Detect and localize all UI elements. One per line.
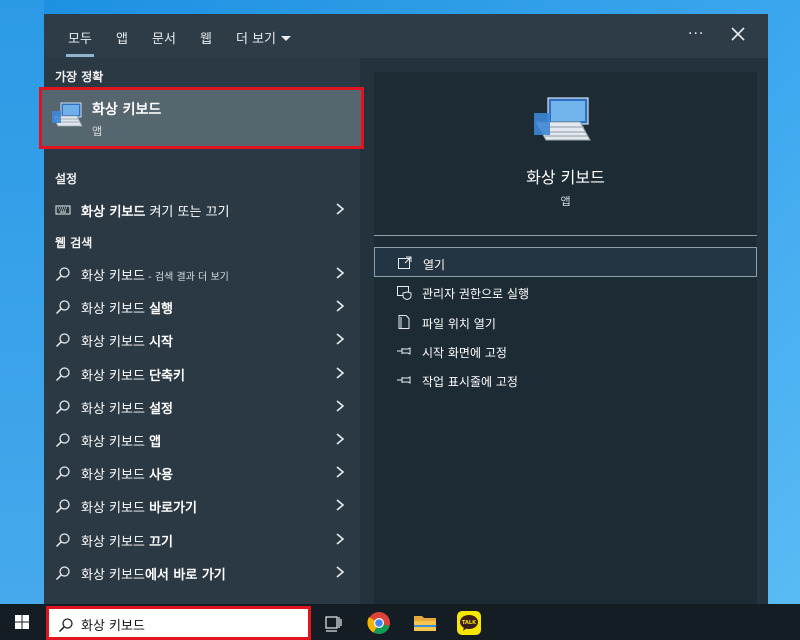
action-label: 열기 [423, 258, 446, 272]
taskbar-search-box[interactable] [46, 606, 311, 640]
web-search-item-label: 화상 키보드 시작 [81, 335, 173, 351]
open-icon [398, 256, 412, 269]
search-icon [55, 400, 70, 414]
on-screen-keyboard-large-icon [534, 97, 591, 141]
web-search-item-label: 화상 키보드 - 검색 결과 더 보기 [81, 269, 229, 284]
tab-documents[interactable]: 문서 [152, 28, 176, 47]
task-view-icon[interactable] [315, 608, 351, 638]
caret-down-icon [281, 36, 292, 41]
best-match-title: 화상 키보드 [92, 102, 162, 118]
best-match-item[interactable]: 화상 키보드 앱 [39, 87, 364, 149]
action-open[interactable]: 열기 [374, 247, 757, 277]
chevron-right-icon [336, 566, 345, 578]
chevron-right-icon [336, 400, 345, 412]
web-search-item-label: 화상 키보드 설정 [81, 401, 173, 417]
best-match-header: 가장 정확 [55, 70, 104, 84]
web-search-item-label: 화상 키보드 바로가기 [81, 501, 197, 517]
action-label: 작업 표시줄에 고정 [422, 375, 518, 389]
search-icon [55, 300, 70, 315]
preview-app-name: 화상 키보드 [526, 168, 605, 187]
search-icon [55, 532, 70, 547]
close-icon[interactable] [728, 24, 748, 44]
action-label: 관리자 권한으로 실행 [422, 287, 529, 301]
search-icon [58, 618, 73, 633]
web-search-item[interactable]: 화상 키보드 실행 [44, 291, 360, 321]
tab-more[interactable]: 더 보기 [236, 28, 292, 47]
chrome-icon[interactable] [361, 608, 397, 638]
chevron-right-icon [336, 300, 345, 312]
chevron-right-icon [336, 366, 345, 379]
search-icon [55, 433, 70, 448]
preview-divider [374, 235, 757, 236]
settings-item-toggle-keyboard[interactable]: 화상 키보드 켜기 또는 끄기 [44, 194, 360, 224]
on-screen-keyboard-icon [52, 102, 83, 127]
settings-item-label: 화상 키보드 켜기 또는 끄기 [81, 205, 230, 220]
search-icon [55, 333, 70, 348]
preview-app-type: 앱 [560, 195, 571, 208]
web-search-item[interactable]: 화상 키보드 단축키 [44, 358, 360, 388]
more-options-button[interactable]: ··· [688, 26, 704, 42]
action-open-file-location[interactable]: 파일 위치 열기 [374, 307, 757, 337]
chevron-right-icon [336, 333, 345, 346]
action-pin-to-taskbar[interactable]: 작업 표시줄에 고정 [374, 365, 757, 395]
web-search-item[interactable]: 화상 키보드에서 바로 가기 [44, 557, 360, 587]
best-match-subtitle: 앱 [92, 125, 103, 138]
web-search-item-label: 화상 키보드 실행 [81, 302, 173, 318]
web-search-item[interactable]: 화상 키보드 - 검색 결과 더 보기 [44, 258, 360, 288]
web-search-header: 웹 검색 [55, 236, 93, 250]
chevron-right-icon [336, 499, 345, 512]
web-search-item[interactable]: 화상 키보드 바로가기 [44, 490, 360, 520]
web-search-item-label: 화상 키보드 끄기 [81, 534, 173, 550]
tab-all[interactable]: 모두 [66, 28, 94, 57]
action-run-as-admin[interactable]: 관리자 권한으로 실행 [374, 277, 757, 307]
search-icon [55, 466, 70, 481]
web-search-item[interactable]: 화상 키보드 시작 [44, 324, 360, 354]
chevron-right-icon [336, 203, 345, 215]
web-search-item[interactable]: 화상 키보드 끄기 [44, 524, 360, 554]
tab-web[interactable]: 웹 [200, 28, 212, 47]
chevron-right-icon [336, 466, 345, 478]
file-explorer-icon[interactable] [407, 608, 443, 638]
search-icon [55, 267, 70, 282]
chevron-right-icon [336, 532, 345, 545]
tab-bar: 모두 앱 문서 웹 더 보기 ··· [44, 14, 768, 58]
web-search-item[interactable]: 화상 키보드 앱 [44, 424, 360, 454]
desktop-wallpaper [0, 0, 44, 604]
web-search-item-label: 화상 키보드에서 바로 가기 [81, 567, 226, 583]
tab-more-label: 더 보기 [236, 32, 277, 47]
kakao-label: TALK [462, 620, 477, 626]
preview-pane: 화상 키보드 앱 열기 관리자 권한으로 실행 파일 위치 열기 시작 화면에 … [374, 72, 757, 604]
kakaotalk-icon[interactable]: TALK [451, 608, 487, 638]
file-location-icon [398, 315, 410, 329]
action-label: 시작 화면에 고정 [422, 346, 507, 360]
shield-icon [397, 286, 412, 300]
action-pin-to-start[interactable]: 시작 화면에 고정 [374, 336, 757, 366]
chevron-right-icon [336, 267, 345, 279]
pin-icon [397, 347, 411, 355]
search-icon [55, 499, 70, 514]
tab-apps[interactable]: 앱 [116, 28, 128, 47]
search-icon [55, 366, 70, 381]
action-label: 파일 위치 열기 [422, 317, 496, 331]
search-input[interactable] [81, 614, 301, 634]
chevron-right-icon [336, 433, 345, 445]
search-panel: 모두 앱 문서 웹 더 보기 ··· 가장 정확 화상 키보드 앱 설정 화상 … [39, 14, 768, 604]
windows-start-icon[interactable] [0, 604, 44, 640]
web-search-item[interactable]: 화상 키보드 설정 [44, 391, 360, 421]
taskbar: TALK [0, 604, 800, 640]
web-search-item-label: 화상 키보드 앱 [81, 435, 162, 450]
results-list: 가장 정확 화상 키보드 앱 설정 화상 키보드 켜기 또는 끄기 웹 검색 화 [39, 58, 364, 604]
settings-header: 설정 [55, 172, 78, 186]
web-search-item-label: 화상 키보드 사용 [81, 468, 173, 484]
pin-icon [397, 376, 411, 384]
web-search-item-label: 화상 키보드 단축키 [81, 368, 185, 384]
search-icon [55, 566, 70, 580]
keyboard-icon [55, 205, 71, 215]
web-search-item[interactable]: 화상 키보드 사용 [44, 457, 360, 487]
